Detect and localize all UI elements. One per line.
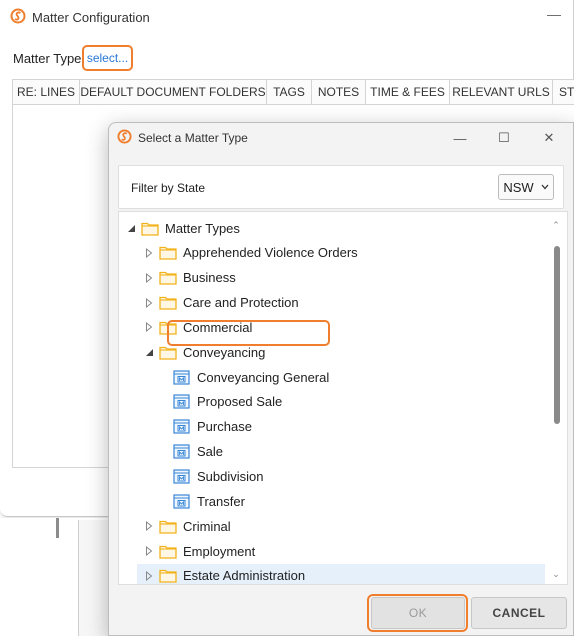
select-matter-type-dialog: Select a Matter Type — ☐ ✕ Filter by Sta… [108, 122, 574, 636]
chevron-down-icon [541, 184, 549, 190]
tree-item[interactable]: Estate Administration [137, 563, 545, 584]
matter-type-icon [173, 394, 191, 410]
tree-item-label: Apprehended Violence Orders [183, 245, 358, 261]
tab-st[interactable]: ST [553, 80, 574, 105]
dialog-maximize-button[interactable]: ☐ [489, 127, 519, 149]
folder-icon [159, 543, 177, 559]
folder-icon [159, 245, 177, 261]
state-dropdown-value: NSW [503, 179, 534, 195]
tree-item-label: Conveyancing General [197, 369, 330, 385]
tab-time-and-fees[interactable]: TIME & FEES [366, 80, 450, 105]
tree-item-label: Care and Protection [183, 295, 299, 311]
tree-item-label: Sale [197, 444, 224, 460]
tree-item-label: Criminal [183, 518, 231, 534]
tree-item[interactable]: Purchase [119, 415, 549, 439]
dialog-close-button[interactable]: ✕ [534, 127, 564, 149]
matter-type-select-link[interactable]: select... [82, 45, 133, 71]
underlying-app-divider [56, 518, 59, 538]
tree-item-label: Business [183, 270, 236, 286]
selection-highlight [167, 320, 330, 346]
collapse-triangle-icon[interactable] [143, 520, 155, 532]
app-logo-icon [117, 129, 132, 147]
collapse-triangle-icon[interactable] [143, 545, 155, 557]
matter-type-icon [173, 369, 191, 385]
matter-type-icon [173, 469, 191, 485]
matter-type-icon [173, 419, 191, 435]
dialog-title-bar: Select a Matter Type [117, 129, 248, 147]
app-logo-icon [10, 8, 26, 27]
tab-notes[interactable]: NOTES [312, 80, 366, 105]
folder-icon [159, 518, 177, 534]
scroll-up-arrow-icon[interactable]: ⌃ [549, 220, 563, 231]
tree-item-label: Transfer [197, 493, 245, 509]
window-title-bar: Matter Configuration [10, 8, 150, 27]
tab-tags[interactable]: TAGS [267, 80, 312, 105]
tree-item[interactable]: Transfer [119, 489, 549, 513]
tree-item-label: Purchase [197, 419, 252, 435]
collapse-triangle-icon[interactable] [143, 321, 155, 333]
ok-button[interactable]: OK [371, 597, 465, 629]
underlying-app-panel [78, 520, 108, 636]
tree-item[interactable]: Conveyancing General [119, 365, 549, 389]
config-tabs: RE: LINES DEFAULT DOCUMENT FOLDERS TAGS … [12, 79, 574, 105]
dialog-minimize-button[interactable]: — [445, 127, 475, 149]
folder-icon [159, 568, 177, 584]
folder-icon [159, 344, 177, 360]
tree-item-label: Proposed Sale [197, 394, 283, 410]
state-dropdown[interactable]: NSW [498, 174, 554, 200]
cancel-button[interactable]: CANCEL [471, 597, 567, 629]
tree-item[interactable]: Matter Types [119, 216, 549, 240]
window-title: Matter Configuration [32, 10, 150, 25]
tree-item[interactable]: Criminal [119, 514, 549, 538]
matter-type-icon [173, 444, 191, 460]
tree-item-label: Conveyancing [183, 344, 266, 360]
collapse-triangle-icon[interactable] [143, 570, 155, 582]
scroll-down-arrow-icon[interactable]: ⌄ [549, 569, 563, 580]
expand-triangle-icon[interactable] [143, 346, 155, 358]
tree-item-label: Matter Types [165, 220, 240, 236]
tab-relevant-urls[interactable]: RELEVANT URLS [450, 80, 553, 105]
matter-type-icon [173, 493, 191, 509]
filter-by-state-label: Filter by State [131, 181, 206, 195]
folder-icon [141, 220, 159, 236]
filter-bar: Filter by State NSW [118, 165, 564, 209]
folder-icon [159, 270, 177, 286]
tree-item[interactable]: Sale [119, 440, 549, 464]
matter-type-label: Matter Type: [13, 51, 86, 66]
tree-item[interactable]: Proposed Sale [119, 390, 549, 414]
dialog-title: Select a Matter Type [138, 131, 248, 145]
tree-item[interactable]: Subdivision [119, 465, 549, 489]
tree-item-label: Subdivision [197, 469, 264, 484]
tree-item-label: Employment [183, 543, 256, 559]
tree-item[interactable]: Apprehended Violence Orders [119, 241, 549, 265]
expand-triangle-icon[interactable] [125, 222, 137, 234]
tree-item-label: Estate Administration [183, 568, 306, 584]
tree-item[interactable]: Care and Protection [119, 291, 549, 315]
scroll-thumb[interactable] [554, 246, 560, 424]
folder-icon [159, 295, 177, 311]
collapse-triangle-icon[interactable] [143, 272, 155, 284]
tree-item[interactable]: Business [119, 266, 549, 290]
collapse-triangle-icon[interactable] [143, 247, 155, 259]
collapse-triangle-icon[interactable] [143, 297, 155, 309]
tree-item[interactable]: Employment [119, 539, 549, 563]
minimize-button[interactable]: — [547, 6, 561, 22]
tree-scrollbar[interactable]: ⌃ ⌄ [552, 220, 563, 580]
tab-re-lines[interactable]: RE: LINES [13, 80, 80, 105]
matter-type-tree: Matter Types Apprehended Violence Orders B… [118, 211, 568, 585]
tab-default-document-folders[interactable]: DEFAULT DOCUMENT FOLDERS [80, 80, 267, 105]
